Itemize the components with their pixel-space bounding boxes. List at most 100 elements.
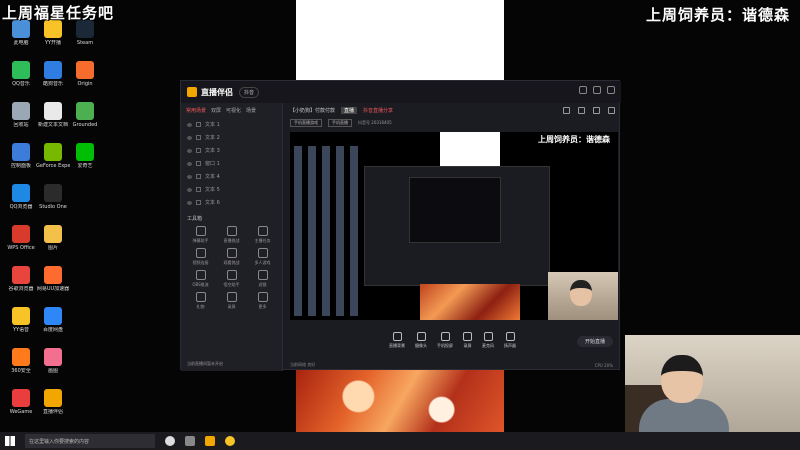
layer-checkbox[interactable] <box>196 122 201 127</box>
gift-icon[interactable] <box>578 107 585 114</box>
eye-icon[interactable] <box>187 161 192 166</box>
titlebar-controls <box>579 86 615 94</box>
desktop-icon[interactable]: 新建文本文档 <box>36 102 70 140</box>
toolbar-icon <box>463 331 472 341</box>
tool-button[interactable]: 观看挑战 <box>216 248 247 266</box>
toolbar-button[interactable]: 录屏 <box>463 331 472 349</box>
eye-icon[interactable] <box>187 122 192 127</box>
tool-button[interactable]: 更多 <box>247 292 278 310</box>
desktop-icon[interactable]: Studio One <box>36 184 70 222</box>
toolbar-button[interactable]: 麦克风 <box>482 331 494 349</box>
desktop-icon[interactable]: 画图 <box>36 348 70 386</box>
desktop-icon[interactable]: 此电脑 <box>4 20 38 58</box>
eye-icon[interactable] <box>187 148 192 153</box>
taskbar-search[interactable]: 在这里输入你要搜索的内容 <box>25 434 155 448</box>
stream-preview[interactable]: 上周饲养员：谐德森 <box>290 132 618 320</box>
cortana-icon[interactable] <box>165 436 175 446</box>
eye-icon[interactable] <box>187 174 192 179</box>
layer-checkbox[interactable] <box>196 135 201 140</box>
desktop-icon[interactable]: Grounded <box>68 102 102 140</box>
network-status: 当前网络 良好 <box>290 362 316 367</box>
toolbar-button[interactable]: 摄像头 <box>415 331 427 349</box>
desktop-icon[interactable]: 360安全 <box>4 348 38 386</box>
tool-button[interactable]: 滤镜 <box>247 270 278 288</box>
live-companion-window[interactable]: 直播伴侣 抖音 常用场景 双屏 可视化 场景 文本 1 文本 2 文本 3 窗口 1 文本 4… <box>180 80 621 371</box>
layer-checkbox[interactable] <box>196 161 201 166</box>
desktop-icon[interactable]: WeGame <box>4 389 38 427</box>
settings-icon[interactable] <box>593 107 600 114</box>
desktop-icon[interactable]: Origin <box>68 61 102 99</box>
overlay-text-right: 上周饲养员：谐德森 <box>645 6 790 24</box>
task-view-icon[interactable] <box>185 436 195 446</box>
sidebar-tab[interactable]: 双屏 <box>211 107 221 114</box>
eye-icon[interactable] <box>187 200 192 205</box>
desktop-icon[interactable]: GeForce Experience <box>36 143 70 181</box>
layer-checkbox[interactable] <box>196 174 201 179</box>
sidebar-tab[interactable]: 场景 <box>246 107 256 114</box>
layer-item[interactable]: 文本 2 <box>181 131 282 144</box>
desktop-icon[interactable]: 谷歌浏览器 <box>4 266 38 304</box>
tool-button[interactable]: 主播任务 <box>247 226 278 244</box>
desktop-icon[interactable]: 回收站 <box>4 102 38 140</box>
desktop-icon[interactable]: Steam <box>68 20 102 58</box>
sidebar-tab[interactable]: 可视化 <box>226 107 241 114</box>
toolbar-button[interactable]: 直播背景 <box>389 331 405 349</box>
desktop-icon[interactable]: QQ浏览器 <box>4 184 38 222</box>
layer-item[interactable]: 文本 4 <box>181 170 282 183</box>
desktop-icon[interactable]: 图片 <box>36 225 70 263</box>
yy-taskbar-icon[interactable] <box>225 436 235 446</box>
desktop-icon[interactable]: 酷狗音乐 <box>36 61 70 99</box>
desktop-icon[interactable]: 百度网盘 <box>36 307 70 345</box>
desktop-icon[interactable]: 爱奇艺 <box>68 143 102 181</box>
eye-icon[interactable] <box>187 187 192 192</box>
tool-button[interactable]: 视频连接 <box>185 248 216 266</box>
desktop-icon-label: 谷歌浏览器 <box>8 286 34 292</box>
tool-button[interactable]: 直播挑战 <box>216 226 247 244</box>
layer-item[interactable]: 文本 6 <box>181 196 282 209</box>
desktop-icon[interactable]: YY语音 <box>4 307 38 345</box>
platform-pill[interactable]: 抖音 <box>239 86 260 98</box>
header-hot[interactable]: 抖音直播分享 <box>363 107 393 114</box>
tool-button[interactable]: 多人游戏 <box>247 248 278 266</box>
layer-item[interactable]: 文本 5 <box>181 183 282 196</box>
sidebar-tab[interactable]: 常用场景 <box>186 107 206 114</box>
tool-icon <box>195 292 206 302</box>
maximize-icon[interactable] <box>593 86 601 94</box>
desktop-icon-label: QQ音乐 <box>12 81 30 87</box>
live-companion-taskbar-icon[interactable] <box>205 436 215 446</box>
minimize-icon[interactable] <box>579 86 587 94</box>
desktop-icon[interactable]: WPS Office <box>4 225 38 263</box>
go-live-button[interactable]: 开始直播 <box>577 336 613 347</box>
windows-start-icon[interactable] <box>5 436 15 446</box>
layer-item[interactable]: 文本 1 <box>181 118 282 131</box>
desktop-icon[interactable]: 网易UU加速器 <box>36 266 70 304</box>
tool-button[interactable]: 悟空助手 <box>216 270 247 288</box>
close-icon[interactable] <box>607 86 615 94</box>
stream-title[interactable]: 【小奶狗】付款付款 <box>290 107 335 114</box>
eye-icon[interactable] <box>187 135 192 140</box>
chip-game[interactable]: 手机直播游戏 <box>290 119 322 127</box>
share-icon[interactable] <box>563 107 570 114</box>
desktop-icon-label: 图片 <box>47 245 58 251</box>
layer-checkbox[interactable] <box>196 148 201 153</box>
desktop-icon[interactable]: YY开播 <box>36 20 70 58</box>
tool-button[interactable]: 录屏 <box>216 292 247 310</box>
toolbar-button[interactable]: 扬声器 <box>504 331 516 349</box>
tool-button[interactable]: OBS推流 <box>185 270 216 288</box>
tool-label: 滤镜 <box>258 282 267 287</box>
desktop-icon[interactable]: 直播伴侣 <box>36 389 70 427</box>
tool-button[interactable]: 弹幕助手 <box>185 226 216 244</box>
toolbar-button[interactable]: 手机投屏 <box>437 331 453 349</box>
layer-checkbox[interactable] <box>196 187 201 192</box>
layer-item[interactable]: 窗口 1 <box>181 157 282 170</box>
tool-button[interactable]: 礼物 <box>185 292 216 310</box>
app-icon <box>44 61 62 79</box>
desktop-icon[interactable]: 控制面板 <box>4 143 38 181</box>
layer-checkbox[interactable] <box>196 200 201 205</box>
chip-mobile[interactable]: 手机直播 <box>328 119 352 127</box>
desktop-icon-label: YY开播 <box>44 40 62 46</box>
layer-item[interactable]: 文本 3 <box>181 144 282 157</box>
bell-icon[interactable] <box>608 107 615 114</box>
app-icon <box>44 225 62 243</box>
desktop-icon[interactable]: QQ音乐 <box>4 61 38 99</box>
